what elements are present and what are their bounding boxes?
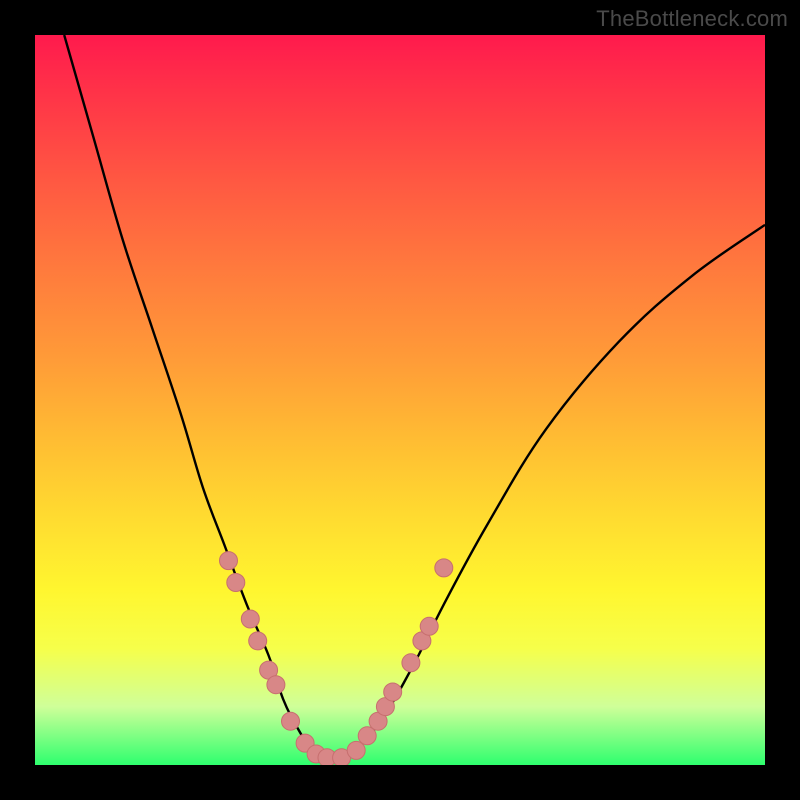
chart-plot-area — [35, 35, 765, 765]
chart-frame: TheBottleneck.com — [0, 0, 800, 800]
curve-dot — [402, 654, 420, 672]
curve-dot — [347, 741, 365, 759]
curve-dot — [227, 574, 245, 592]
curve-dot — [282, 712, 300, 730]
curve-dot — [435, 559, 453, 577]
chart-overlay-svg — [35, 35, 765, 765]
curve-dots-group — [220, 552, 453, 765]
bottleneck-curve — [64, 35, 765, 759]
curve-dot — [241, 610, 259, 628]
curve-dot — [220, 552, 238, 570]
curve-dot — [249, 632, 267, 650]
curve-dot — [384, 683, 402, 701]
curve-dot — [267, 676, 285, 694]
watermark-text: TheBottleneck.com — [596, 6, 788, 32]
curve-dot — [420, 617, 438, 635]
